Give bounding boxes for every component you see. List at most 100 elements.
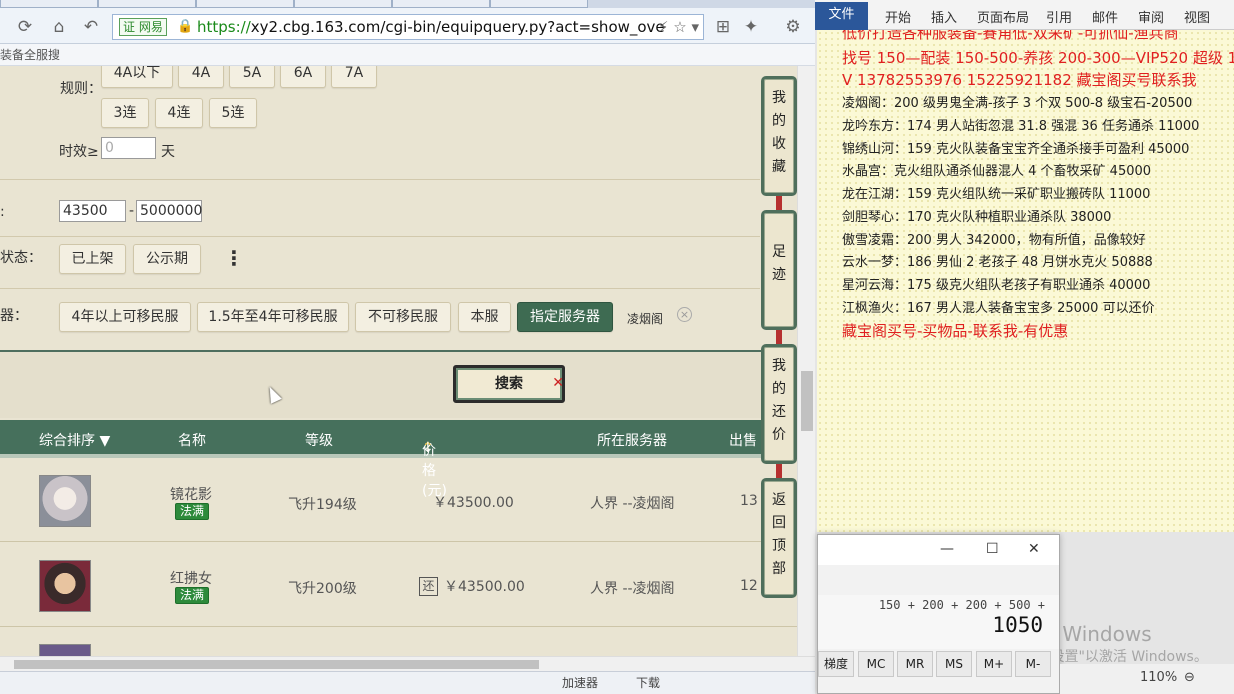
- refresh-icon[interactable]: ⟳: [14, 16, 36, 38]
- side-connector: [776, 329, 782, 345]
- accelerator-label[interactable]: 加速器: [562, 672, 598, 694]
- bookmark-item[interactable]: 装备全服搜: [0, 48, 60, 62]
- star-icon[interactable]: ☆: [673, 18, 686, 36]
- sort-down-icon[interactable]: ↓: [422, 440, 434, 456]
- price-min-input[interactable]: 43500: [59, 200, 126, 222]
- timeliness-label: 时效≥: [59, 144, 99, 160]
- character-name[interactable]: 镜花影: [170, 484, 212, 504]
- my-counter-offers-button[interactable]: 我的还价: [761, 344, 797, 464]
- calc-key-ms[interactable]: MS: [936, 651, 972, 677]
- lightning-icon[interactable]: ⚡: [658, 18, 669, 36]
- document-page[interactable]: 低价打造各种服装备-賽角低-双采矿-可抓仙-渔兵商 找号 150—配装 150-…: [817, 30, 1234, 532]
- server-option[interactable]: 4年以上可移民服: [59, 302, 191, 332]
- gamepad-icon[interactable]: ✦: [740, 16, 762, 38]
- scroll-thumb[interactable]: [801, 371, 813, 431]
- character-level: 飞升200级: [288, 581, 357, 597]
- calc-key-mr[interactable]: MR: [897, 651, 933, 677]
- doc-line: 找号 150—配装 150-500-养孩 200-300—VIP520 超级 1…: [842, 49, 1234, 67]
- url-text[interactable]: https://xy2.cbg.163.com/cgi-bin/equipque…: [197, 15, 665, 39]
- rule-option-5[interactable]: 5连: [209, 98, 257, 128]
- character-name[interactable]: 红拂女: [170, 568, 212, 588]
- ribbon-tab-review[interactable]: 审阅: [1138, 7, 1164, 26]
- character-avatar[interactable]: [39, 560, 91, 612]
- ribbon-tab-references[interactable]: 引用: [1046, 7, 1072, 26]
- browser-tab[interactable]: [196, 0, 294, 8]
- zoom-level[interactable]: 110%: [1140, 664, 1177, 692]
- status-announce-button[interactable]: 公示期: [133, 244, 201, 274]
- calc-key-mplus[interactable]: M+: [976, 651, 1012, 677]
- browser-tab[interactable]: [490, 0, 588, 8]
- my-favorites-button[interactable]: 我的收藏: [761, 76, 797, 196]
- back-icon[interactable]: ↶: [80, 16, 102, 38]
- counter-offer-icon[interactable]: 还: [419, 577, 438, 596]
- ribbon-tab-insert[interactable]: 插入: [931, 7, 957, 26]
- rule-option[interactable]: 7A: [331, 66, 377, 88]
- zoom-out-icon[interactable]: ⊖: [1184, 664, 1195, 692]
- doc-line: V 13782553976 15225921182 藏宝阁买号联系我: [842, 71, 1197, 89]
- minimize-icon[interactable]: —: [940, 541, 954, 557]
- rule-option[interactable]: 4A: [178, 66, 224, 88]
- rule-option-3[interactable]: 3连: [101, 98, 149, 128]
- ribbon-tab-view[interactable]: 视图: [1184, 7, 1210, 26]
- timeliness-input[interactable]: 0: [101, 137, 156, 159]
- table-row[interactable]: [0, 628, 797, 656]
- ribbon-tab-file[interactable]: 文件: [815, 2, 868, 30]
- search-button[interactable]: 搜索 ✕: [453, 365, 565, 403]
- browser-tab[interactable]: [98, 0, 196, 8]
- vertical-scrollbar[interactable]: [797, 66, 815, 656]
- character-avatar[interactable]: [39, 644, 91, 656]
- rule-option-4[interactable]: 4连: [155, 98, 203, 128]
- character-sold: 12: [740, 578, 758, 594]
- home-icon[interactable]: ⌂: [48, 16, 70, 38]
- browser-window: ⟳ ⌂ ↶ 证 网易 🔒 https://xy2.cbg.163.com/cgi…: [0, 0, 815, 694]
- footprint-button[interactable]: 足迹: [761, 210, 797, 330]
- browser-tab[interactable]: [392, 0, 490, 8]
- cert-badge[interactable]: 证 网易: [119, 18, 167, 36]
- price-max-input[interactable]: 5000000: [136, 200, 202, 222]
- calculator-window[interactable]: — ☐ ✕ 150 + 200 + 200 + 500 + 1050 梯度 MC…: [817, 534, 1060, 694]
- url-scheme: https://: [197, 18, 251, 36]
- more-options-icon[interactable]: ⋮: [224, 246, 244, 270]
- level-header: 等级: [305, 433, 333, 449]
- server-option[interactable]: 1.5年至4年可移民服: [197, 302, 349, 332]
- sort-overall-header[interactable]: 综合排序 ▼: [39, 430, 110, 450]
- calc-key-mc[interactable]: MC: [858, 651, 894, 677]
- server-option[interactable]: 本服: [458, 302, 511, 332]
- table-row[interactable]: 红拂女 法满 飞升200级 还 ￥43500.00 人界 --凌烟阁 12: [0, 543, 797, 627]
- rule-option[interactable]: 6A: [280, 66, 326, 88]
- results-table-header: 综合排序 ▼ 名称 等级 价格(元) ↑ ↓ 所在服务器 出售: [0, 420, 797, 499]
- character-avatar[interactable]: [39, 475, 91, 527]
- rule-label: 规则：: [60, 81, 102, 97]
- grid-icon[interactable]: ⊞: [712, 16, 734, 38]
- ribbon-tab-mailings[interactable]: 邮件: [1092, 7, 1118, 26]
- character-server: 人界 --凌烟阁: [590, 496, 675, 512]
- horizontal-scrollbar[interactable]: [0, 656, 815, 671]
- status-listed-button[interactable]: 已上架: [59, 244, 126, 274]
- server-option-selected[interactable]: 指定服务器: [517, 302, 613, 332]
- close-icon: ✕: [552, 375, 564, 391]
- ribbon-tab-home[interactable]: 开始: [885, 7, 911, 26]
- bookmarks-bar: 装备全服搜: [0, 44, 815, 66]
- sold-header: 出售: [729, 433, 757, 449]
- calc-key-gradient[interactable]: 梯度: [818, 651, 854, 677]
- browser-tab[interactable]: [0, 0, 98, 8]
- server-option[interactable]: 不可移民服: [355, 302, 451, 332]
- wrench-icon[interactable]: ⚙: [782, 16, 804, 38]
- server-label: 器：: [0, 308, 28, 324]
- rule-option[interactable]: 4A以下: [101, 66, 173, 88]
- close-icon[interactable]: ✕: [1028, 541, 1040, 557]
- ribbon-tab-layout[interactable]: 页面布局: [977, 7, 1029, 26]
- browser-tab[interactable]: [294, 0, 392, 8]
- calc-key-mminus[interactable]: M-: [1015, 651, 1051, 677]
- rule-option[interactable]: 5A: [229, 66, 275, 88]
- calculator-titlebar[interactable]: — ☐ ✕: [818, 535, 1059, 565]
- dropdown-icon[interactable]: ▾: [691, 18, 699, 36]
- scroll-thumb[interactable]: [14, 660, 539, 669]
- doc-line: 星河云海：175 级克火组队老孩子有职业通杀 40000: [842, 278, 1151, 293]
- address-bar[interactable]: 证 网易 🔒 https://xy2.cbg.163.com/cgi-bin/e…: [112, 14, 704, 40]
- download-label[interactable]: 下载: [636, 672, 660, 694]
- table-row[interactable]: 镜花影 法满 飞升194级 ￥43500.00 人界 --凌烟阁 13: [0, 458, 797, 542]
- back-to-top-button[interactable]: 返回顶部: [761, 478, 797, 598]
- remove-server-icon[interactable]: ×: [677, 307, 692, 322]
- maximize-icon[interactable]: ☐: [986, 541, 999, 557]
